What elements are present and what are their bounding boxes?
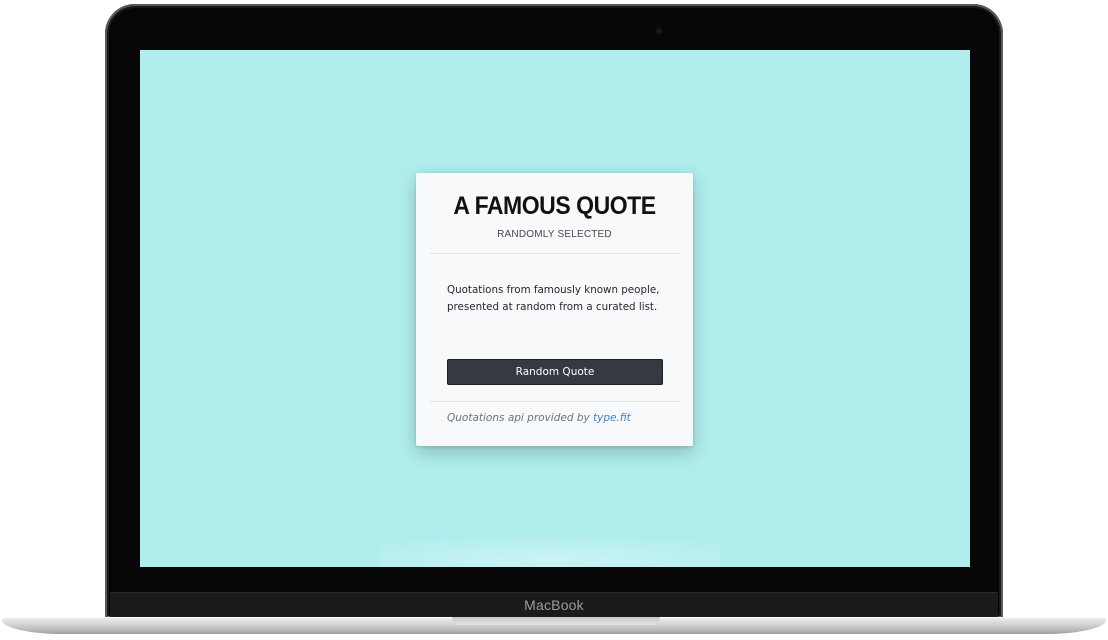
description-line-1: Quotations from famously known people, — [447, 284, 660, 296]
screen-reflection — [380, 540, 720, 567]
attribution-text: Quotations api provided by — [447, 412, 594, 424]
header-divider — [430, 253, 679, 254]
page-subtitle: RANDOMLY SELECTED — [497, 229, 612, 240]
footer-divider — [430, 401, 679, 402]
quote-description: Quotations from famously known people, p… — [447, 282, 672, 315]
quote-card: A FAMOUS QUOTE RANDOMLY SELECTED Quotati… — [416, 173, 693, 446]
description-line-2: presented at random from a curated list. — [447, 300, 658, 313]
random-quote-button[interactable]: Random Quote — [447, 359, 663, 385]
attribution-footer: Quotations api provided by type.fit — [447, 412, 677, 424]
type-fit-link[interactable]: type.fit — [593, 412, 631, 424]
page-title: A FAMOUS QUOTE — [453, 192, 656, 220]
camera-icon — [655, 27, 663, 35]
browser-viewport: A FAMOUS QUOTE RANDOMLY SELECTED Quotati… — [140, 50, 970, 567]
laptop-base — [2, 617, 1106, 634]
laptop-bezel-bottom: MacBook — [110, 592, 998, 617]
laptop-mockup: A FAMOUS QUOTE RANDOMLY SELECTED Quotati… — [0, 0, 1108, 640]
brand-label: MacBook — [524, 597, 584, 613]
base-notch — [452, 617, 660, 625]
